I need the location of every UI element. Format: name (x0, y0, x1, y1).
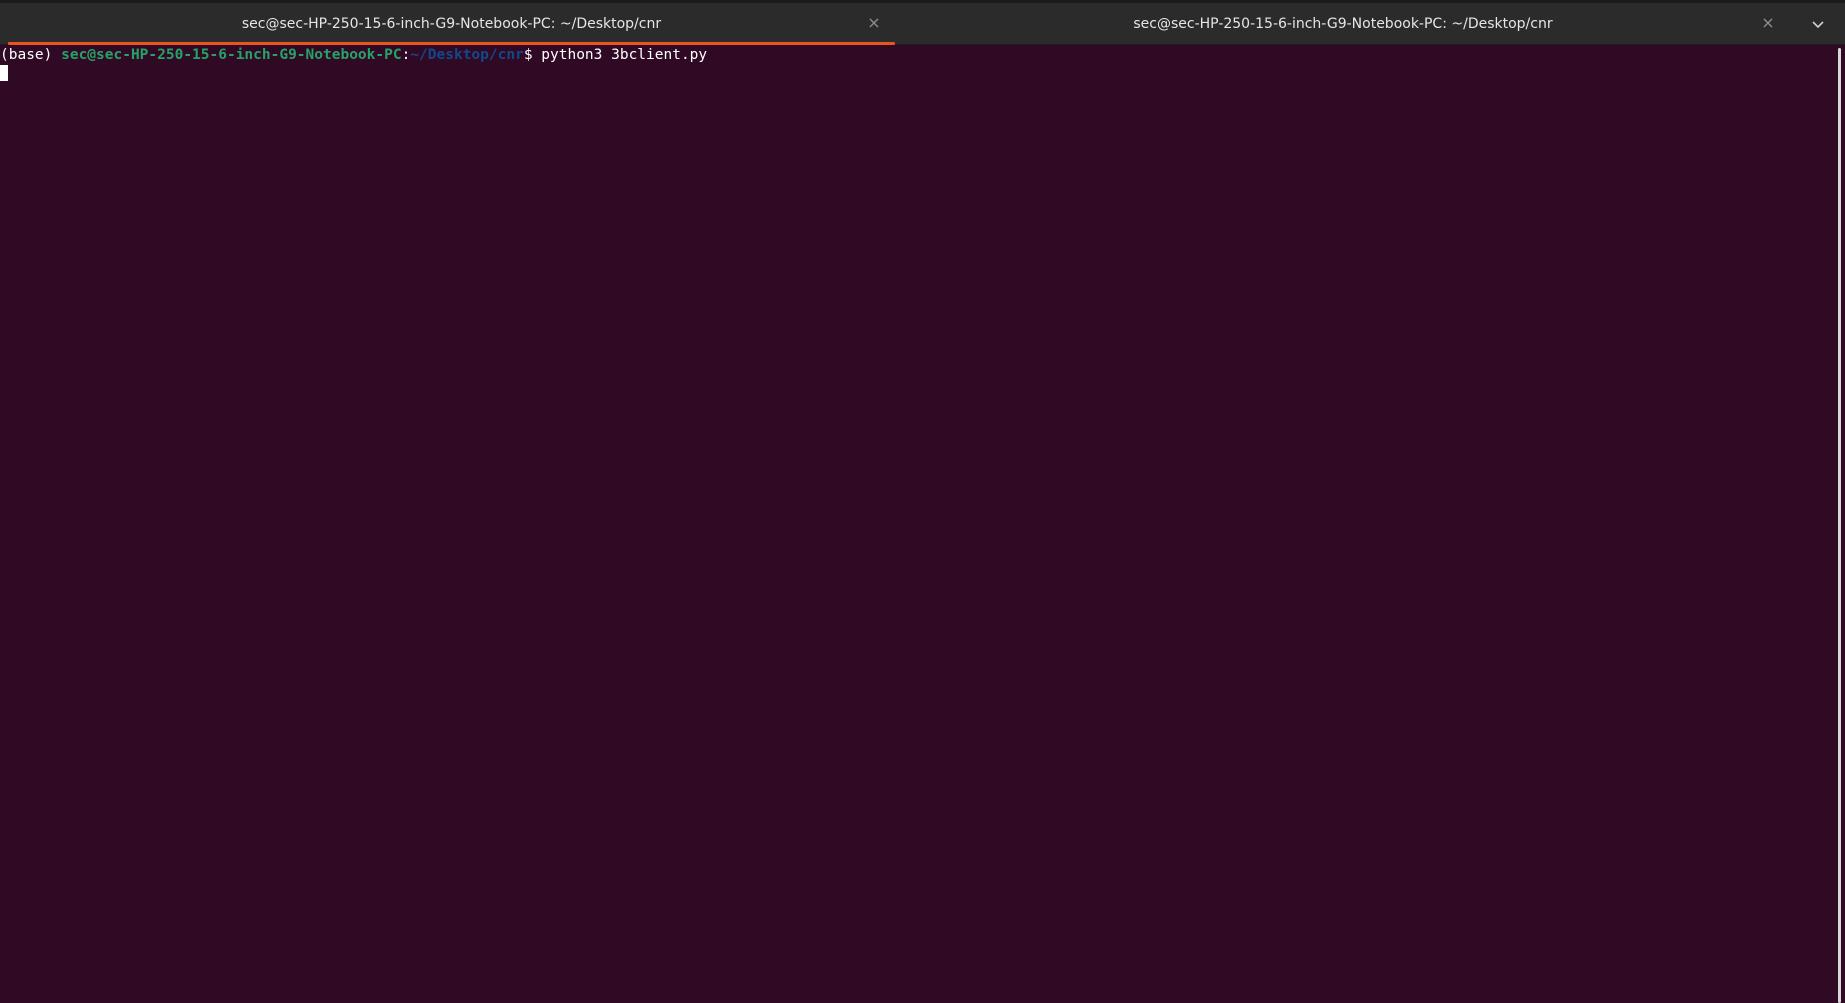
close-icon[interactable]: × (865, 14, 883, 32)
tab-terminal-1[interactable]: sec@sec-HP-250-15-6-inch-G9-Notebook-PC:… (0, 3, 895, 45)
conda-env: (base) (0, 47, 62, 63)
tab-list-menu-button[interactable] (1791, 3, 1845, 45)
chevron-down-icon (1812, 21, 1824, 29)
scrollbar-thumb[interactable] (1838, 48, 1841, 1003)
prompt-line: (base) sec@sec-HP-250-15-6-inch-G9-Noteb… (0, 47, 1835, 64)
command-text: python3 3bclient.py (541, 47, 708, 63)
prompt-user-host: sec@sec-HP-250-15-6-inch-G9-Notebook-PC (61, 47, 402, 63)
prompt-symbol: $ (523, 47, 542, 63)
tab-bar: sec@sec-HP-250-15-6-inch-G9-Notebook-PC:… (0, 3, 1845, 45)
tab-title: sec@sec-HP-250-15-6-inch-G9-Notebook-PC:… (241, 16, 662, 32)
prompt-path: ~/Desktop/cnr (410, 47, 524, 63)
tab-title: sec@sec-HP-250-15-6-inch-G9-Notebook-PC:… (1133, 16, 1553, 32)
scrollbar[interactable] (1835, 46, 1845, 1003)
close-icon[interactable]: × (1759, 14, 1777, 32)
text-cursor (0, 65, 8, 81)
active-tab-indicator (8, 42, 895, 45)
tab-terminal-2[interactable]: sec@sec-HP-250-15-6-inch-G9-Notebook-PC:… (895, 3, 1791, 45)
terminal-output[interactable]: (base) sec@sec-HP-250-15-6-inch-G9-Noteb… (0, 46, 1835, 1003)
prompt-separator: : (401, 47, 411, 63)
